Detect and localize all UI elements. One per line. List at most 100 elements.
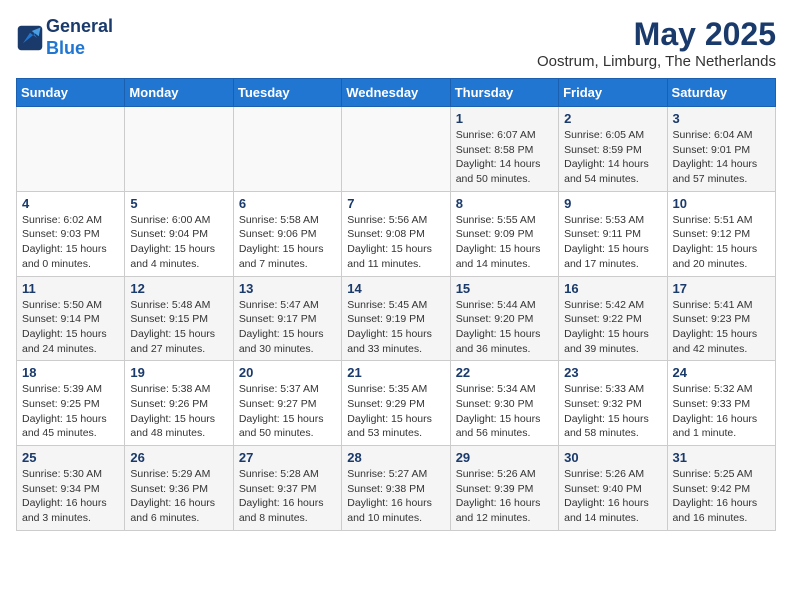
calendar-week-2: 4 Sunrise: 6:02 AMSunset: 9:03 PMDaylight… bbox=[17, 191, 776, 276]
calendar-cell: 17 Sunrise: 5:41 AMSunset: 9:23 PMDayligh… bbox=[667, 276, 775, 361]
day-info: Sunrise: 5:48 AMSunset: 9:15 PMDaylight:… bbox=[130, 298, 227, 357]
calendar-cell bbox=[233, 107, 341, 192]
day-info: Sunrise: 5:32 AMSunset: 9:33 PMDaylight:… bbox=[673, 382, 770, 441]
day-info: Sunrise: 5:25 AMSunset: 9:42 PMDaylight:… bbox=[673, 467, 770, 526]
day-info: Sunrise: 5:29 AMSunset: 9:36 PMDaylight:… bbox=[130, 467, 227, 526]
day-info: Sunrise: 6:04 AMSunset: 9:01 PMDaylight:… bbox=[673, 128, 770, 187]
calendar-cell: 1Sunrise: 6:07 AMSunset: 8:58 PMDaylight… bbox=[450, 107, 558, 192]
calendar-cell: 24 Sunrise: 5:32 AMSunset: 9:33 PMDayligh… bbox=[667, 361, 775, 446]
day-info: Sunrise: 5:34 AMSunset: 9:30 PMDaylight:… bbox=[456, 382, 553, 441]
logo-name-general: General Blue bbox=[46, 16, 113, 59]
day-number: 11 bbox=[22, 281, 119, 296]
calendar-table: SundayMondayTuesdayWednesdayThursdayFrid… bbox=[16, 78, 776, 531]
calendar-week-4: 18 Sunrise: 5:39 AMSunset: 9:25 PMDayligh… bbox=[17, 361, 776, 446]
weekday-header-tuesday: Tuesday bbox=[233, 79, 341, 107]
logo: General Blue bbox=[16, 16, 113, 59]
day-number: 14 bbox=[347, 281, 444, 296]
calendar-cell: 12 Sunrise: 5:48 AMSunset: 9:15 PMDayligh… bbox=[125, 276, 233, 361]
calendar-cell bbox=[17, 107, 125, 192]
location: Oostrum, Limburg, The Netherlands bbox=[537, 53, 776, 70]
weekday-header-wednesday: Wednesday bbox=[342, 79, 450, 107]
day-info: Sunrise: 5:38 AMSunset: 9:26 PMDaylight:… bbox=[130, 382, 227, 441]
day-number: 24 bbox=[673, 365, 770, 380]
calendar-cell: 28 Sunrise: 5:27 AMSunset: 9:38 PMDayligh… bbox=[342, 446, 450, 531]
day-number: 25 bbox=[22, 450, 119, 465]
day-info: Sunrise: 5:26 AMSunset: 9:39 PMDaylight:… bbox=[456, 467, 553, 526]
day-number: 13 bbox=[239, 281, 336, 296]
day-info: Sunrise: 5:55 AMSunset: 9:09 PMDaylight:… bbox=[456, 213, 553, 272]
day-number: 4 bbox=[22, 196, 119, 211]
weekday-header-sunday: Sunday bbox=[17, 79, 125, 107]
day-number: 18 bbox=[22, 365, 119, 380]
day-number: 19 bbox=[130, 365, 227, 380]
day-number: 9 bbox=[564, 196, 661, 211]
day-info: Sunrise: 5:44 AMSunset: 9:20 PMDaylight:… bbox=[456, 298, 553, 357]
calendar-cell bbox=[125, 107, 233, 192]
day-info: Sunrise: 6:05 AMSunset: 8:59 PMDaylight:… bbox=[564, 128, 661, 187]
day-number: 17 bbox=[673, 281, 770, 296]
calendar-cell: 25 Sunrise: 5:30 AMSunset: 9:34 PMDayligh… bbox=[17, 446, 125, 531]
calendar-cell: 4 Sunrise: 6:02 AMSunset: 9:03 PMDaylight… bbox=[17, 191, 125, 276]
day-info: Sunrise: 5:51 AMSunset: 9:12 PMDaylight:… bbox=[673, 213, 770, 272]
calendar-cell: 30Sunrise: 5:26 AMSunset: 9:40 PMDayligh… bbox=[559, 446, 667, 531]
day-info: Sunrise: 5:26 AMSunset: 9:40 PMDaylight:… bbox=[564, 467, 661, 526]
calendar-cell: 19 Sunrise: 5:38 AMSunset: 9:26 PMDayligh… bbox=[125, 361, 233, 446]
calendar-week-3: 11 Sunrise: 5:50 AMSunset: 9:14 PMDayligh… bbox=[17, 276, 776, 361]
calendar-cell: 8 Sunrise: 5:55 AMSunset: 9:09 PMDaylight… bbox=[450, 191, 558, 276]
calendar-body: 1Sunrise: 6:07 AMSunset: 8:58 PMDaylight… bbox=[17, 107, 776, 531]
weekday-header-friday: Friday bbox=[559, 79, 667, 107]
calendar-cell: 26 Sunrise: 5:29 AMSunset: 9:36 PMDayligh… bbox=[125, 446, 233, 531]
day-info: Sunrise: 6:02 AMSunset: 9:03 PMDaylight:… bbox=[22, 213, 119, 272]
day-info: Sunrise: 5:39 AMSunset: 9:25 PMDaylight:… bbox=[22, 382, 119, 441]
title-area: May 2025 Oostrum, Limburg, The Netherlan… bbox=[537, 16, 776, 70]
day-info: Sunrise: 5:27 AMSunset: 9:38 PMDaylight:… bbox=[347, 467, 444, 526]
weekday-header-thursday: Thursday bbox=[450, 79, 558, 107]
calendar-cell: 23Sunrise: 5:33 AMSunset: 9:32 PMDayligh… bbox=[559, 361, 667, 446]
day-number: 26 bbox=[130, 450, 227, 465]
calendar-header-row: SundayMondayTuesdayWednesdayThursdayFrid… bbox=[17, 79, 776, 107]
day-number: 15 bbox=[456, 281, 553, 296]
calendar-cell: 5 Sunrise: 6:00 AMSunset: 9:04 PMDaylight… bbox=[125, 191, 233, 276]
day-info: Sunrise: 5:37 AMSunset: 9:27 PMDaylight:… bbox=[239, 382, 336, 441]
calendar-week-1: 1Sunrise: 6:07 AMSunset: 8:58 PMDaylight… bbox=[17, 107, 776, 192]
calendar-cell: 11 Sunrise: 5:50 AMSunset: 9:14 PMDayligh… bbox=[17, 276, 125, 361]
calendar-cell: 29Sunrise: 5:26 AMSunset: 9:39 PMDayligh… bbox=[450, 446, 558, 531]
day-number: 1 bbox=[456, 111, 553, 126]
day-number: 16 bbox=[564, 281, 661, 296]
calendar-cell: 27 Sunrise: 5:28 AMSunset: 9:37 PMDayligh… bbox=[233, 446, 341, 531]
day-info: Sunrise: 5:45 AMSunset: 9:19 PMDaylight:… bbox=[347, 298, 444, 357]
day-info: Sunrise: 5:47 AMSunset: 9:17 PMDaylight:… bbox=[239, 298, 336, 357]
calendar-cell: 9 Sunrise: 5:53 AMSunset: 9:11 PMDaylight… bbox=[559, 191, 667, 276]
day-info: Sunrise: 5:28 AMSunset: 9:37 PMDaylight:… bbox=[239, 467, 336, 526]
day-info: Sunrise: 5:35 AMSunset: 9:29 PMDaylight:… bbox=[347, 382, 444, 441]
calendar-cell: 7Sunrise: 5:56 AMSunset: 9:08 PMDaylight… bbox=[342, 191, 450, 276]
day-info: Sunrise: 5:50 AMSunset: 9:14 PMDaylight:… bbox=[22, 298, 119, 357]
day-number: 7 bbox=[347, 196, 444, 211]
day-info: Sunrise: 6:00 AMSunset: 9:04 PMDaylight:… bbox=[130, 213, 227, 272]
month-title: May 2025 bbox=[537, 16, 776, 53]
calendar-cell: 20 Sunrise: 5:37 AMSunset: 9:27 PMDayligh… bbox=[233, 361, 341, 446]
day-number: 23 bbox=[564, 365, 661, 380]
day-number: 3 bbox=[673, 111, 770, 126]
calendar-cell: 21Sunrise: 5:35 AMSunset: 9:29 PMDayligh… bbox=[342, 361, 450, 446]
calendar-cell: 14 Sunrise: 5:45 AMSunset: 9:19 PMDayligh… bbox=[342, 276, 450, 361]
logo-icon bbox=[16, 24, 44, 52]
calendar-cell: 6Sunrise: 5:58 AMSunset: 9:06 PMDaylight… bbox=[233, 191, 341, 276]
calendar-cell bbox=[342, 107, 450, 192]
day-number: 6 bbox=[239, 196, 336, 211]
day-info: Sunrise: 5:30 AMSunset: 9:34 PMDaylight:… bbox=[22, 467, 119, 526]
day-number: 28 bbox=[347, 450, 444, 465]
page-header: General Blue May 2025 Oostrum, Limburg, … bbox=[16, 16, 776, 70]
day-number: 27 bbox=[239, 450, 336, 465]
day-number: 22 bbox=[456, 365, 553, 380]
calendar-cell: 2Sunrise: 6:05 AMSunset: 8:59 PMDaylight… bbox=[559, 107, 667, 192]
calendar-cell: 10Sunrise: 5:51 AMSunset: 9:12 PMDayligh… bbox=[667, 191, 775, 276]
day-number: 12 bbox=[130, 281, 227, 296]
day-number: 20 bbox=[239, 365, 336, 380]
calendar-cell: 13 Sunrise: 5:47 AMSunset: 9:17 PMDayligh… bbox=[233, 276, 341, 361]
day-number: 5 bbox=[130, 196, 227, 211]
weekday-header-monday: Monday bbox=[125, 79, 233, 107]
day-number: 8 bbox=[456, 196, 553, 211]
day-info: Sunrise: 5:41 AMSunset: 9:23 PMDaylight:… bbox=[673, 298, 770, 357]
day-info: Sunrise: 5:53 AMSunset: 9:11 PMDaylight:… bbox=[564, 213, 661, 272]
